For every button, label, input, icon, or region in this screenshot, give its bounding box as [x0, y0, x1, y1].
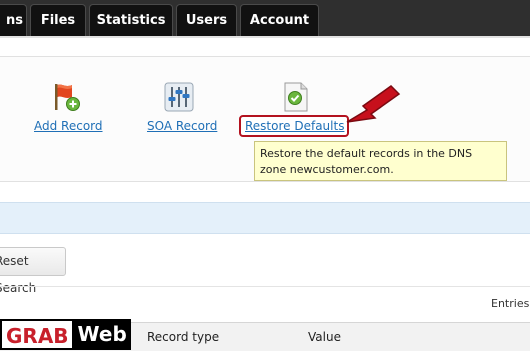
section-header-band — [0, 202, 530, 234]
tooltip: Restore the default records in the DNS z… — [254, 141, 507, 181]
column-header-value[interactable]: Value — [308, 330, 341, 344]
logo-part: GRAB — [0, 319, 74, 350]
divider — [0, 286, 530, 287]
soa-record-link[interactable]: SOA Record — [147, 119, 217, 133]
top-nav-bar: ns Files Statistics Users Account — [0, 0, 530, 37]
document-check-icon[interactable] — [280, 81, 312, 113]
tab-users[interactable]: Users — [176, 4, 237, 37]
logo-part: Web — [73, 319, 131, 350]
flag-add-icon[interactable] — [50, 81, 82, 113]
entries-label: Entries — [491, 297, 530, 310]
watermark-logo: GRAB Web — [0, 319, 150, 350]
tab-label: Files — [40, 13, 76, 28]
tab-label: Users — [185, 13, 228, 28]
nav-divider — [0, 36, 530, 38]
column-header-record-type[interactable]: Record type — [147, 330, 219, 344]
add-record-link[interactable]: Add Record — [34, 119, 103, 133]
tab-label: ns — [6, 13, 23, 28]
tooltip-line: zone newcustomer.com. — [260, 163, 394, 176]
restore-defaults-link[interactable]: Restore Defaults — [245, 119, 344, 133]
reset-search-button[interactable]: Reset Search — [0, 247, 66, 295]
tab-statistics[interactable]: Statistics — [89, 4, 173, 37]
tab-domains[interactable]: ns — [0, 4, 27, 37]
pointer-arrow-icon — [345, 84, 401, 128]
button-label: Reset Search — [0, 254, 37, 295]
tab-account[interactable]: Account — [240, 4, 319, 37]
tab-files[interactable]: Files — [30, 4, 86, 37]
tab-label: Statistics — [96, 13, 166, 28]
tab-label: Account — [249, 13, 310, 28]
sliders-icon[interactable] — [163, 81, 195, 113]
tooltip-line: Restore the default records in the DNS — [260, 147, 473, 160]
